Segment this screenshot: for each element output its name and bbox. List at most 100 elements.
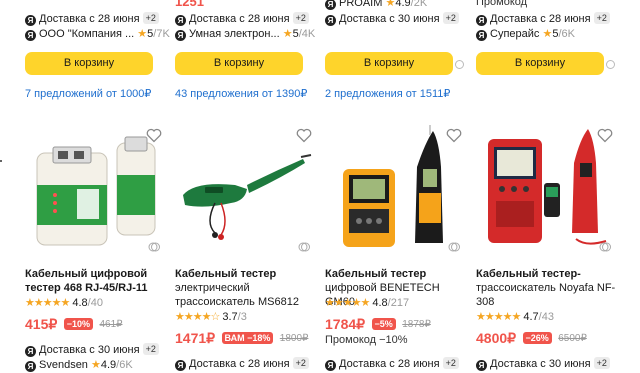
delivery-badge: +2	[292, 357, 309, 369]
seller-name[interactable]: Суперайс	[490, 28, 539, 40]
product-image[interactable]	[25, 123, 165, 258]
price-block: 1471₽ ВАМ −18% 1800₽	[175, 330, 308, 348]
price-block: 4800₽ −26% 6500₽	[476, 330, 587, 348]
ya-market-icon: Я	[25, 346, 36, 357]
price: 415₽	[25, 316, 58, 332]
star-icon: ★★★★☆	[175, 311, 220, 323]
promo-cut: Промокод	[476, 0, 528, 8]
seller-line[interactable]: Я ООО "Компания ... ★5/7K	[25, 27, 170, 41]
product-image[interactable]	[175, 123, 315, 258]
product-image[interactable]	[476, 123, 616, 258]
compare-icon[interactable]	[148, 241, 160, 253]
ya-market-icon: Я	[325, 15, 336, 26]
ya-market-icon: Я	[175, 15, 186, 26]
old-price: 6500₽	[558, 333, 587, 344]
ya-market-icon: Я	[175, 30, 186, 41]
seller-name[interactable]: ООО "Компания ...	[39, 28, 134, 40]
heart-icon[interactable]	[146, 128, 162, 143]
delivery-badge: +2	[442, 357, 459, 369]
add-to-cart-button[interactable]: В корзину	[175, 52, 303, 75]
old-price: 1800₽	[279, 333, 309, 344]
heart-icon[interactable]	[446, 128, 462, 143]
product-rating: ★★★★★ 4.7/43	[476, 311, 554, 323]
discount-badge: −10%	[63, 318, 93, 330]
delivery-line: Я Доставка с 30 июня +2	[325, 12, 459, 26]
delivery-badge: +2	[142, 343, 159, 355]
old-price: 1878₽	[402, 319, 431, 330]
delivery-badge: +2	[292, 12, 309, 24]
ya-market-icon: Я	[25, 30, 36, 41]
add-to-cart-button[interactable]: В корзину	[25, 52, 153, 75]
price: 1784₽	[325, 316, 366, 332]
delivery-badge: +2	[442, 12, 459, 24]
star-icon: ★★★★★	[25, 297, 70, 309]
benetech-image	[343, 125, 443, 247]
star-icon: ★	[137, 28, 148, 40]
price-block: 1784₽ −5% 1878₽	[325, 316, 431, 334]
compare-icon[interactable]	[455, 60, 464, 69]
ya-market-icon: Я	[476, 360, 487, 371]
product-image[interactable]	[325, 123, 465, 258]
star-icon: ★★★★★	[325, 297, 370, 309]
star-icon: ★	[91, 359, 101, 371]
seller-line[interactable]: Я Svendsen ★4.9/6K	[25, 358, 133, 372]
add-to-cart-button[interactable]: В корзину	[325, 52, 453, 75]
tracer-image	[183, 154, 312, 240]
delivery-badge: +2	[142, 12, 159, 24]
seller-name[interactable]: PROAIM	[339, 0, 382, 9]
star-icon: ★	[542, 28, 553, 40]
delivery-badge: +2	[593, 12, 610, 24]
ya-market-icon: Я	[25, 15, 36, 26]
add-to-cart-button[interactable]: В корзину	[476, 52, 604, 75]
seller-line[interactable]: Я Суперайс ★5/6K	[476, 27, 575, 41]
delivery-badge: +2	[593, 357, 610, 369]
lan-tester-image	[36, 136, 156, 246]
delivery-line: Я Доставка с 28 июня +2	[175, 12, 309, 26]
page-edge-dot	[0, 160, 2, 162]
discount-badge: −5%	[371, 318, 396, 330]
price: 4800₽	[476, 330, 517, 346]
ya-market-icon: Я	[476, 30, 487, 41]
ya-market-icon: Я	[325, 0, 336, 10]
ya-market-icon: Я	[25, 361, 36, 372]
delivery-line: Я Доставка с 28 июня +2	[325, 357, 459, 371]
delivery-line: Я Доставка с 28 июня +2	[476, 12, 610, 26]
ya-market-icon: Я	[325, 360, 336, 371]
delivery-line: Я Доставка с 28 июня +2	[25, 12, 159, 26]
price-cut: 1251	[175, 0, 204, 9]
compare-icon[interactable]	[298, 241, 310, 253]
product-rating: ★★★★★ 4.8/217	[325, 297, 410, 309]
seller-name[interactable]: Умная электрон...	[189, 28, 280, 40]
product-rating: ★★★★☆ 3.7/3	[175, 311, 247, 323]
star-icon: ★	[385, 0, 396, 9]
noyafa-image	[488, 129, 607, 245]
heart-icon[interactable]	[597, 128, 613, 143]
heart-icon[interactable]	[296, 128, 312, 143]
product-title[interactable]: Кабельный цифровой тестер 468 RJ-45/RJ-1…	[25, 267, 165, 295]
star-icon: ★★★★★	[476, 311, 521, 323]
discount-badge: ВАМ −18%	[221, 332, 274, 344]
product-rating: ★★★★★ 4.8/40	[25, 297, 103, 309]
ya-market-icon: Я	[476, 15, 487, 26]
product-title[interactable]: Кабельный тестер электрический трассоиск…	[175, 267, 315, 309]
delivery-line: Я Доставка с 28 июня +2	[175, 357, 309, 371]
seller-name[interactable]: Svendsen	[39, 359, 88, 371]
delivery-line: Я Доставка с 30 июня +2	[476, 357, 610, 371]
offers-link[interactable]: 43 предложения от 1390₽	[175, 87, 307, 100]
price-block: 415₽ −10% 461₽	[25, 316, 123, 334]
compare-icon[interactable]	[599, 241, 611, 253]
seller-line[interactable]: Я Умная электрон... ★5/4K	[175, 27, 315, 41]
star-icon: ★	[282, 28, 293, 40]
compare-icon[interactable]	[606, 60, 615, 69]
price: 1471₽	[175, 330, 216, 346]
offers-link[interactable]: 7 предложений от 1000₽	[25, 87, 151, 100]
delivery-line: Я Доставка с 30 июня +2	[25, 343, 159, 357]
compare-icon[interactable]	[448, 241, 460, 253]
old-price: 461₽	[99, 319, 123, 330]
promo-text: Промокод −10%	[325, 334, 408, 346]
ya-market-icon: Я	[175, 360, 186, 371]
discount-badge: −26%	[522, 332, 552, 344]
seller-line[interactable]: Я PROAIM ★4.9/2K	[325, 0, 427, 10]
offers-link[interactable]: 2 предложения от 1511₽	[325, 87, 450, 100]
product-title[interactable]: Кабельный тестер-трассоискатель Noyafa N…	[476, 267, 616, 309]
